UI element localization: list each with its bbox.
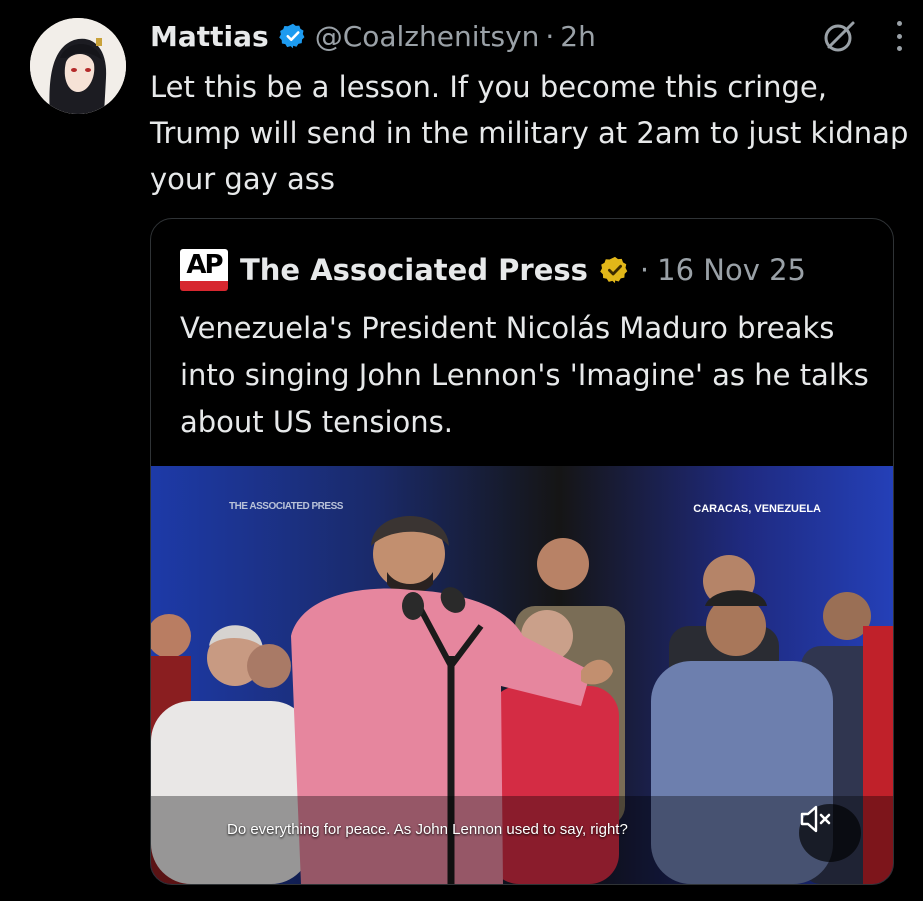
author-name[interactable]: Mattias (150, 20, 269, 53)
tweet-header: Mattias @Coalzhenitsyn · 2h (150, 14, 903, 58)
verified-badge-icon (278, 22, 307, 50)
video-location-tag: CARACAS, VENEZUELA (693, 503, 821, 515)
gold-verified-badge-icon (600, 255, 630, 285)
more-options-icon[interactable] (895, 21, 903, 51)
quoted-tweet-text: Venezuela's President Nicolás Maduro bre… (180, 311, 869, 439)
video-caption: Do everything for peace. As John Lennon … (227, 821, 628, 838)
quoted-date[interactable]: 16 Nov 25 (657, 253, 806, 287)
avatar-image (30, 18, 126, 114)
video-watermark: THE ASSOCIATED PRESS (229, 501, 343, 512)
speaker-muted-icon (800, 805, 831, 833)
video-player[interactable]: THE ASSOCIATED PRESS CARACAS, VENEZUELA … (151, 466, 893, 884)
separator-dot: · (545, 19, 555, 53)
tweet-text: Let this be a lesson. If you become this… (150, 70, 909, 196)
grok-icon[interactable] (821, 17, 859, 55)
quoted-author-name[interactable]: The Associated Press (240, 253, 588, 287)
quoted-tweet[interactable]: AP The Associated Press · 16 Nov 25 Vene… (150, 218, 894, 885)
author-handle[interactable]: @Coalzhenitsyn (315, 20, 540, 53)
mute-button[interactable] (799, 804, 861, 862)
avatar[interactable] (30, 18, 126, 114)
separator-dot: · (639, 253, 650, 287)
ap-logo-text: AP (180, 249, 228, 281)
quoted-tweet-header: AP The Associated Press · 16 Nov 25 (180, 249, 806, 291)
tweet-time[interactable]: 2h (560, 20, 596, 53)
ap-logo: AP (180, 249, 228, 291)
